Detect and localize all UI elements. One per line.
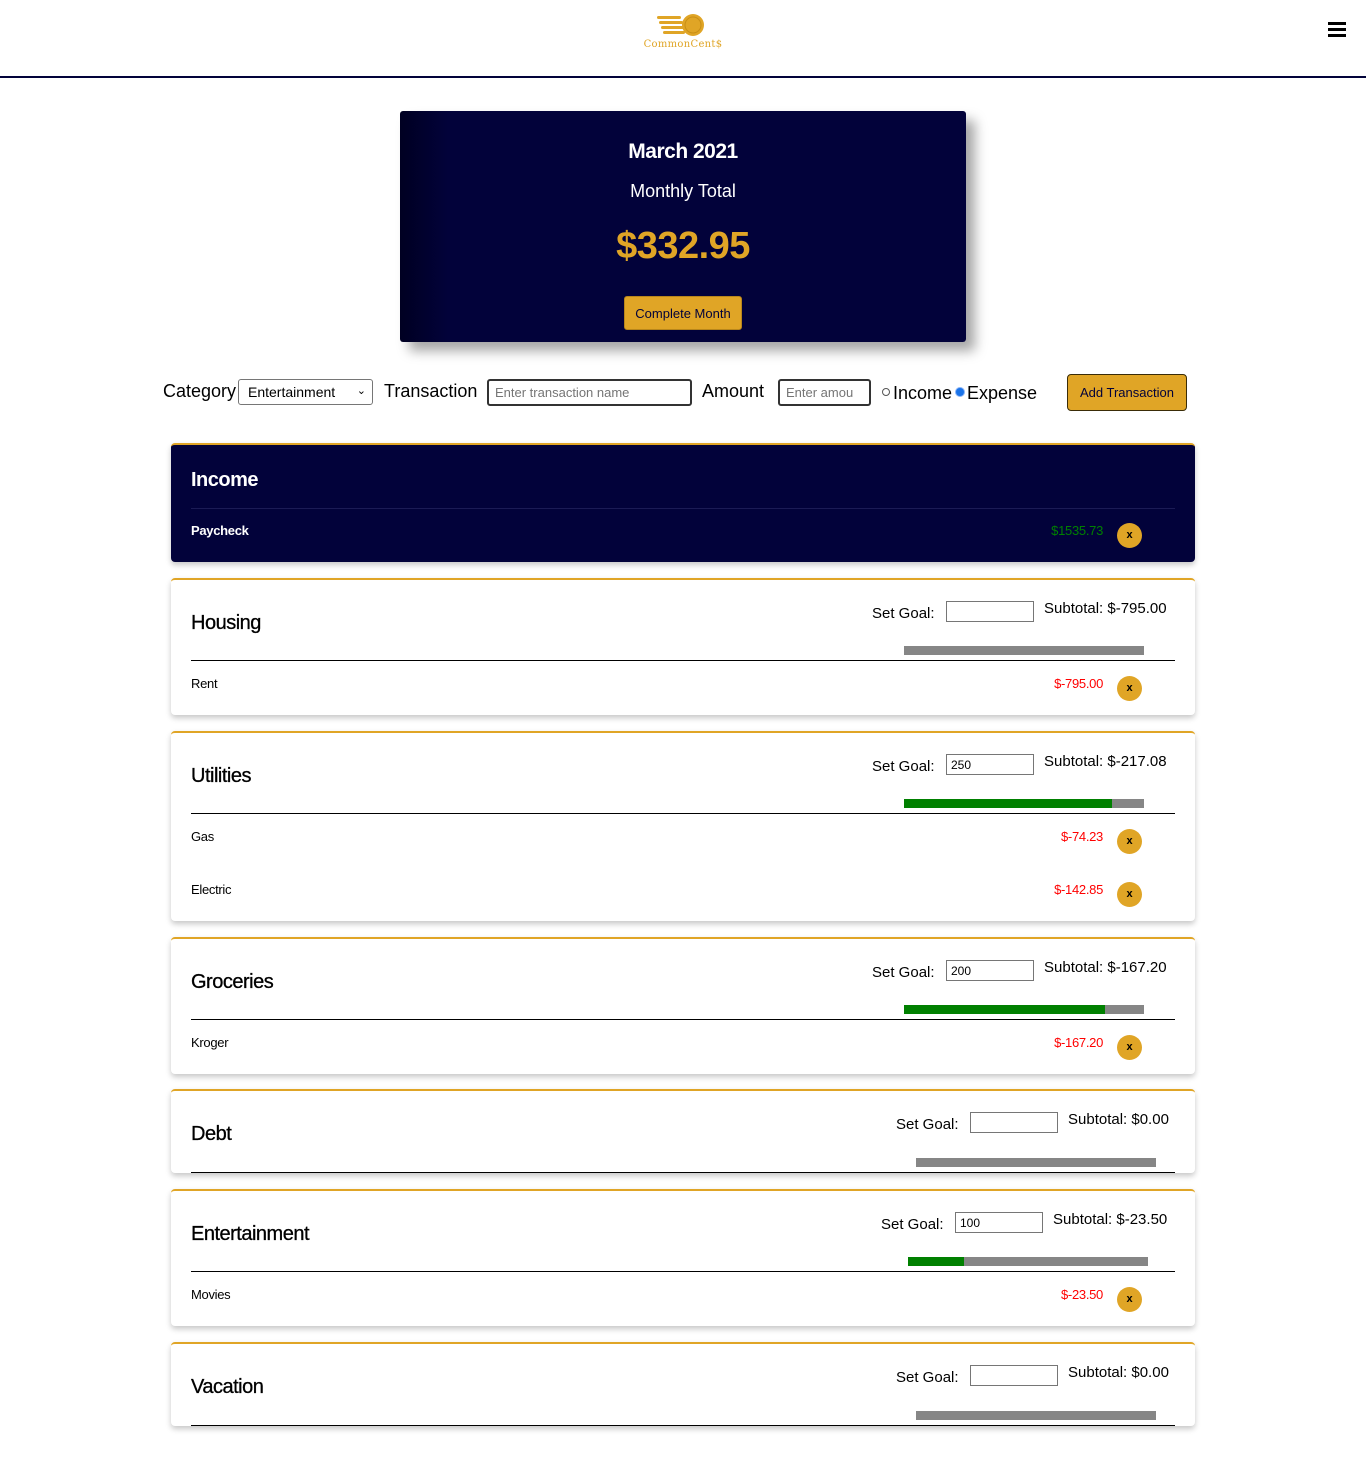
goal-input[interactable] bbox=[946, 754, 1034, 775]
category-divider bbox=[191, 1425, 1175, 1426]
category-title: Income bbox=[191, 469, 259, 491]
transaction-amount: $-167.20 bbox=[1054, 1035, 1103, 1050]
commoncents-logo[interactable]: CommonCent$ bbox=[630, 12, 736, 62]
goal-input[interactable] bbox=[946, 601, 1034, 622]
set-goal-label: Set Goal: bbox=[872, 758, 935, 775]
category-subtotal: Subtotal: $-217.08 bbox=[1044, 753, 1167, 770]
transaction-name: Paycheck bbox=[191, 523, 249, 538]
category-card-utilities: Utilities Set Goal: Subtotal: $-217.08 G… bbox=[171, 731, 1195, 921]
transaction-amount: $-74.23 bbox=[1061, 829, 1103, 844]
goal-progress-bar bbox=[904, 799, 1144, 808]
set-goal-label: Set Goal: bbox=[896, 1116, 959, 1133]
goal-progress-bar bbox=[904, 646, 1144, 655]
category-card-income: Income Paycheck $1535.73 x bbox=[171, 443, 1195, 562]
category-title: Vacation bbox=[191, 1376, 264, 1398]
category-card-vacation: Vacation Set Goal: Subtotal: $0.00 bbox=[171, 1342, 1195, 1426]
category-divider bbox=[191, 1172, 1175, 1173]
transaction-name: Kroger bbox=[191, 1035, 229, 1050]
logo-text: CommonCent$ bbox=[643, 39, 723, 50]
category-title: Housing bbox=[191, 612, 262, 634]
goal-progress-bar bbox=[916, 1158, 1156, 1167]
goal-progress-fill bbox=[904, 799, 1113, 808]
set-goal-label: Set Goal: bbox=[872, 605, 935, 622]
category-card-housing: Housing Set Goal: Subtotal: $-795.00 Ren… bbox=[171, 578, 1195, 715]
goal-input[interactable] bbox=[946, 960, 1034, 981]
category-select[interactable]: Entertainment ⌄ bbox=[238, 379, 373, 405]
monthly-total-value: $332.95 bbox=[616, 225, 750, 267]
delete-transaction-button[interactable]: x bbox=[1117, 523, 1142, 548]
transaction-name: Movies bbox=[191, 1287, 231, 1302]
category-divider bbox=[191, 1271, 1175, 1272]
category-divider bbox=[191, 1019, 1175, 1020]
set-goal-label: Set Goal: bbox=[881, 1216, 944, 1233]
transaction-label: Transaction bbox=[384, 381, 478, 401]
category-title: Debt bbox=[191, 1123, 232, 1145]
delete-transaction-button[interactable]: x bbox=[1117, 882, 1142, 907]
category-card-groceries: Groceries Set Goal: Subtotal: $-167.20 K… bbox=[171, 937, 1195, 1074]
transaction-name: Rent bbox=[191, 676, 218, 691]
delete-transaction-button[interactable]: x bbox=[1117, 1287, 1142, 1312]
transaction-name-input[interactable] bbox=[487, 379, 692, 406]
expense-radio-label: Expense bbox=[967, 383, 1038, 403]
transaction-name: Electric bbox=[191, 882, 232, 897]
expense-radio[interactable] bbox=[956, 388, 964, 396]
transaction-amount: $-23.50 bbox=[1061, 1287, 1103, 1302]
amount-input[interactable] bbox=[778, 379, 871, 406]
category-title: Entertainment bbox=[191, 1223, 310, 1245]
category-label: Category bbox=[163, 381, 237, 401]
amount-label: Amount bbox=[702, 381, 765, 401]
goal-progress-fill bbox=[908, 1257, 965, 1266]
category-divider bbox=[191, 813, 1175, 814]
set-goal-label: Set Goal: bbox=[896, 1369, 959, 1386]
category-subtotal: Subtotal: $-167.20 bbox=[1044, 959, 1167, 976]
category-selected-value: Entertainment bbox=[248, 384, 336, 400]
category-subtotal: Subtotal: $-23.50 bbox=[1053, 1211, 1168, 1228]
transaction-name: Gas bbox=[191, 829, 214, 844]
goal-input[interactable] bbox=[970, 1112, 1058, 1133]
add-transaction-form: Category Entertainment ⌄ Transaction Amo… bbox=[0, 370, 1366, 415]
transaction-amount: $-795.00 bbox=[1054, 676, 1103, 691]
delete-transaction-button[interactable]: x bbox=[1117, 1035, 1142, 1060]
coin-logo-icon bbox=[657, 14, 704, 36]
top-header: CommonCent$ bbox=[0, 0, 1366, 78]
income-radio[interactable] bbox=[882, 388, 890, 396]
goal-progress-bar bbox=[908, 1257, 1148, 1266]
hamburger-menu-icon[interactable] bbox=[1328, 22, 1346, 38]
goal-input[interactable] bbox=[970, 1365, 1058, 1386]
chevron-down-icon: ⌄ bbox=[356, 385, 366, 397]
category-subtotal: Subtotal: $0.00 bbox=[1068, 1364, 1169, 1381]
month-title: March 2021 bbox=[628, 140, 738, 163]
category-divider bbox=[191, 508, 1175, 509]
monthly-summary-card: March 2021 Monthly Total $332.95 Complet… bbox=[400, 111, 966, 342]
transaction-amount: $1535.73 bbox=[1051, 523, 1103, 538]
income-radio-label: Income bbox=[893, 383, 953, 403]
category-subtotal: Subtotal: $-795.00 bbox=[1044, 600, 1167, 617]
category-divider bbox=[191, 660, 1175, 661]
set-goal-label: Set Goal: bbox=[872, 964, 935, 981]
monthly-total-label: Monthly Total bbox=[630, 181, 736, 201]
category-card-debt: Debt Set Goal: Subtotal: $0.00 bbox=[171, 1089, 1195, 1173]
goal-progress-bar bbox=[916, 1411, 1156, 1420]
category-subtotal: Subtotal: $0.00 bbox=[1068, 1111, 1169, 1128]
goal-progress-fill bbox=[904, 1005, 1105, 1014]
category-card-entertainment: Entertainment Set Goal: Subtotal: $-23.5… bbox=[171, 1189, 1195, 1326]
delete-transaction-button[interactable]: x bbox=[1117, 829, 1142, 854]
transaction-amount: $-142.85 bbox=[1054, 882, 1103, 897]
goal-input[interactable] bbox=[955, 1212, 1043, 1233]
goal-progress-bar bbox=[904, 1005, 1144, 1014]
complete-month-button[interactable]: Complete Month bbox=[624, 296, 742, 330]
delete-transaction-button[interactable]: x bbox=[1117, 676, 1142, 701]
add-transaction-button[interactable]: Add Transaction bbox=[1067, 374, 1187, 411]
category-title: Groceries bbox=[191, 971, 274, 993]
category-title: Utilities bbox=[191, 765, 252, 787]
